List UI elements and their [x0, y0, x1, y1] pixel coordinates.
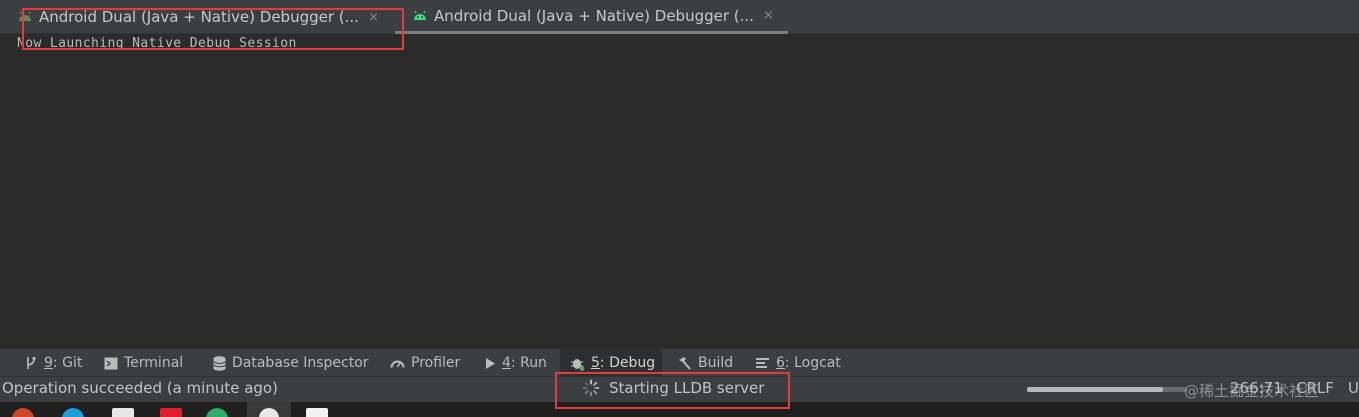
tool-window-label: Database Inspector	[232, 355, 369, 371]
tool-window-label: : Git	[52, 355, 83, 371]
tool-window-git[interactable]: 9: Git	[24, 349, 82, 377]
line-separator[interactable]: CRLF	[1296, 379, 1334, 397]
hammer-icon	[679, 356, 691, 370]
progress-bar	[1027, 387, 1187, 392]
profiler-gauge-icon	[390, 360, 405, 368]
android-icon	[19, 11, 31, 21]
taskbar-app-icon[interactable]	[306, 408, 328, 417]
taskbar-app-icon[interactable]	[206, 408, 228, 417]
file-encoding[interactable]: U	[1348, 379, 1359, 397]
debug-session-tab-1[interactable]: Android Dual (Java + Native) Debugger (.…	[0, 0, 395, 34]
console-output-line: Now Launching Native Debug Session	[17, 36, 297, 51]
close-icon[interactable]: ×	[763, 8, 774, 23]
tool-window-profiler[interactable]: Profiler	[390, 349, 460, 377]
tool-window-label: : Run	[510, 355, 547, 371]
tool-window-label: Terminal	[124, 355, 184, 371]
run-triangle-icon	[486, 357, 495, 369]
status-message[interactable]: Operation succeeded (a minute ago)	[2, 379, 278, 397]
taskbar-active-app[interactable]	[247, 402, 291, 417]
tab-label: Android Dual (Java + Native) Debugger (.…	[39, 8, 359, 26]
os-taskbar	[0, 402, 1359, 417]
tool-window-label: Profiler	[411, 355, 461, 371]
android-icon	[414, 10, 426, 20]
tool-window-label: Build	[698, 355, 734, 371]
progress-fill	[1027, 387, 1163, 392]
close-icon[interactable]: ×	[368, 10, 379, 25]
taskbar-app-icon[interactable]	[12, 408, 34, 417]
tool-window-debug[interactable]: 5: Debug	[560, 349, 662, 377]
loading-spinner-icon	[582, 379, 600, 397]
tool-window-run[interactable]: 4: Run	[485, 349, 547, 377]
tool-window-key: 6	[776, 355, 785, 371]
taskbar-app-icon[interactable]	[160, 408, 182, 417]
tool-window-database-inspector[interactable]: Database Inspector	[213, 349, 369, 377]
logcat-list-icon	[756, 358, 769, 368]
tool-window-label: : Logcat	[784, 355, 841, 371]
taskbar-app-icon[interactable]	[112, 408, 134, 417]
tool-window-label: : Debug	[599, 355, 656, 371]
database-icon	[213, 355, 226, 371]
bug-icon	[571, 358, 585, 371]
tool-window-key: 5	[591, 355, 600, 371]
tool-window-key: 9	[44, 355, 53, 371]
tool-window-key: 4	[502, 355, 511, 371]
debug-session-tab-bar: Android Dual (Java + Native) Debugger (.…	[0, 0, 1359, 34]
terminal-icon	[104, 357, 118, 369]
caret-position[interactable]: 266:71	[1230, 379, 1283, 397]
tool-window-build[interactable]: Build	[677, 349, 733, 377]
debug-console[interactable]: Now Launching Native Debug Session	[0, 34, 1359, 348]
taskbar-app-icon[interactable]	[62, 408, 84, 417]
status-bar: Operation succeeded (a minute ago) Start…	[0, 376, 1359, 402]
background-task-label: Starting LLDB server	[609, 379, 765, 397]
tool-window-logcat[interactable]: 6: Logcat	[756, 349, 841, 377]
git-branch-icon	[27, 356, 36, 369]
tool-window-terminal[interactable]: Terminal	[104, 349, 183, 377]
tool-window-bar: 9: Git Terminal Database Inspector Profi…	[0, 348, 1359, 377]
tab-label: Android Dual (Java + Native) Debugger (.…	[434, 6, 754, 25]
debug-session-tab-2[interactable]: Android Dual (Java + Native) Debugger (.…	[395, 0, 788, 34]
background-task-indicator[interactable]: Starting LLDB server	[582, 379, 764, 397]
